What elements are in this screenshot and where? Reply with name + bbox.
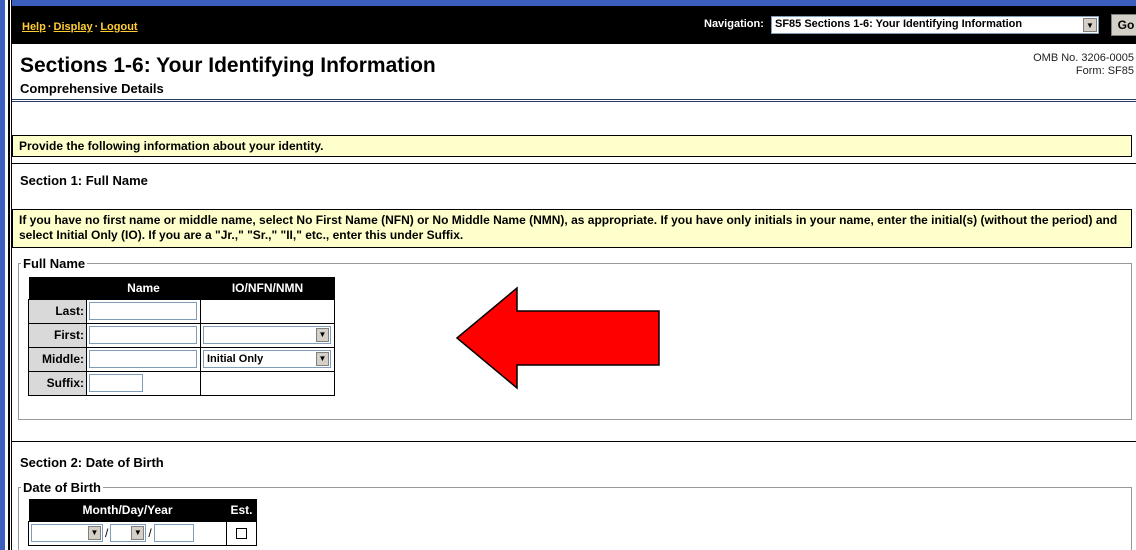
year-input[interactable] bbox=[153, 524, 194, 542]
omb-number: OMB No. 3206-0005 bbox=[1033, 52, 1134, 64]
top-navigation-bar: Help · Display · Logout Navigation: SF85 Sec… bbox=[12, 6, 1136, 44]
page-title: Sections 1-6: Your Identifying Informati… bbox=[20, 54, 436, 77]
dropdown-arrow-icon[interactable]: ▼ bbox=[316, 328, 329, 342]
table-row: Middle: Initial Only ▼ bbox=[28, 346, 335, 372]
first-name-io-select[interactable]: ▼ bbox=[203, 326, 331, 344]
section2-title: Section 2: Date of Birth bbox=[20, 455, 164, 470]
divider bbox=[12, 441, 1136, 442]
logout-link[interactable]: Logout bbox=[100, 21, 137, 33]
date-column-header: Month/Day/Year bbox=[28, 499, 227, 521]
navigation-selected-value: SF85 Sections 1-6: Your Identifying Info… bbox=[775, 18, 1023, 30]
dropdown-arrow-icon[interactable]: ▼ bbox=[1083, 18, 1097, 32]
first-name-input[interactable] bbox=[89, 326, 197, 344]
section1-instructions: If you have no first name or middle name… bbox=[12, 209, 1132, 248]
name-column-header: Name bbox=[86, 277, 201, 299]
table-row: Suffix: bbox=[28, 370, 335, 396]
section1-title: Section 1: Full Name bbox=[20, 173, 148, 188]
link-separator: · bbox=[47, 21, 52, 33]
io-column-header: IO/NFN/NMN bbox=[200, 277, 335, 299]
dropdown-arrow-icon[interactable]: ▼ bbox=[316, 352, 329, 366]
dropdown-arrow-icon[interactable]: ▼ bbox=[88, 526, 101, 540]
day-select[interactable]: ▼ bbox=[110, 524, 147, 542]
suffix-label: Suffix: bbox=[28, 370, 87, 396]
middle-io-value: Initial Only bbox=[207, 353, 264, 365]
first-label: First: bbox=[28, 322, 87, 348]
window-left-border bbox=[0, 0, 12, 550]
empty-cell bbox=[200, 370, 335, 396]
last-name-input[interactable] bbox=[89, 302, 197, 320]
corner-cell bbox=[28, 277, 87, 299]
help-link[interactable]: Help bbox=[22, 21, 46, 33]
middle-name-input[interactable] bbox=[89, 350, 197, 368]
omb-info: OMB No. 3206-0005 Form: SF85 bbox=[1033, 52, 1134, 78]
date-separator: / bbox=[105, 526, 109, 540]
intro-band: Provide the following information about … bbox=[12, 135, 1132, 157]
date-of-birth-group: Date of Birth Month/Day/Year Est. ▼ / ▼ / bbox=[18, 480, 1132, 550]
divider bbox=[12, 163, 1136, 164]
middle-label: Middle: bbox=[28, 346, 87, 372]
full-name-legend: Full Name bbox=[23, 256, 86, 271]
form-number: Form: SF85 bbox=[1075, 65, 1134, 77]
month-select[interactable]: ▼ bbox=[31, 524, 103, 542]
navigation-select[interactable]: SF85 Sections 1-6: Your Identifying Info… bbox=[771, 16, 1099, 34]
page-subtitle: Comprehensive Details bbox=[20, 81, 164, 96]
suffix-input[interactable] bbox=[89, 374, 143, 392]
est-column-header: Est. bbox=[226, 499, 257, 521]
date-separator: / bbox=[148, 526, 152, 540]
dropdown-arrow-icon[interactable]: ▼ bbox=[131, 526, 145, 540]
estimated-checkbox[interactable] bbox=[236, 528, 247, 540]
date-of-birth-legend: Date of Birth bbox=[23, 480, 101, 495]
table-row: Last: bbox=[28, 298, 335, 324]
page-header: Sections 1-6: Your Identifying Informati… bbox=[12, 44, 1136, 102]
middle-name-io-select[interactable]: Initial Only ▼ bbox=[203, 350, 331, 368]
full-name-table: Name IO/NFN/NMN Last: First: ▼ Middle: I… bbox=[28, 277, 335, 396]
display-link[interactable]: Display bbox=[54, 21, 93, 33]
red-arrow-icon bbox=[455, 286, 660, 390]
last-label: Last: bbox=[28, 298, 87, 324]
go-button[interactable]: Go bbox=[1111, 14, 1136, 36]
table-row: ▼ / ▼ / bbox=[28, 520, 258, 546]
date-of-birth-table: Month/Day/Year Est. ▼ / ▼ / bbox=[28, 499, 258, 546]
empty-cell bbox=[200, 298, 335, 324]
navigation-label: Navigation: bbox=[704, 18, 764, 30]
top-links: Help · Display · Logout bbox=[22, 21, 138, 33]
table-row: First: ▼ bbox=[28, 322, 335, 348]
